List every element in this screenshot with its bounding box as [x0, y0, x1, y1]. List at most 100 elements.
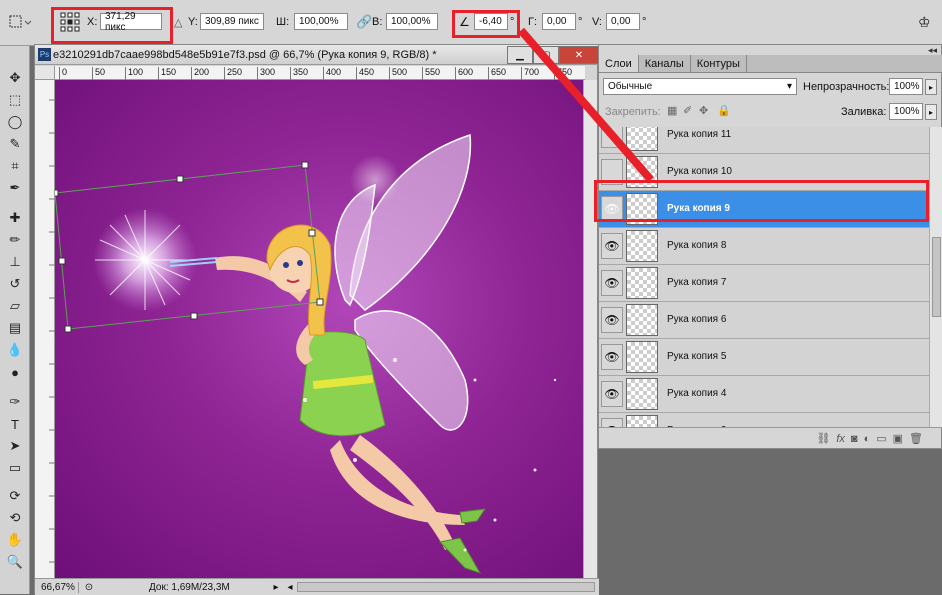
document-title: e3210291db7caae998bd548e5b91e7f3.psd @ 6…: [53, 48, 437, 61]
scroll-thumb[interactable]: [932, 237, 941, 317]
vertical-scrollbar[interactable]: [583, 80, 597, 578]
width-field[interactable]: 100,00%: [294, 13, 348, 30]
crop-tool-icon[interactable]: ⌗: [4, 156, 26, 176]
gradient-tool-icon[interactable]: ▤: [4, 318, 26, 338]
pen-tool-icon[interactable]: ✑: [4, 392, 26, 412]
visibility-eye-icon[interactable]: 👁: [601, 418, 623, 427]
layer-thumbnail: [626, 415, 658, 427]
eyedropper-icon[interactable]: ✒: [4, 178, 26, 198]
link-layers-icon[interactable]: ⛓: [816, 432, 830, 445]
lock-transparency-icon[interactable]: ▦: [667, 104, 677, 117]
layer-row[interactable]: 👁 Рука копия 5: [599, 339, 929, 376]
width-label: Ш:: [276, 16, 290, 28]
shape-tool-icon[interactable]: ▭: [4, 458, 26, 478]
visibility-eye-icon[interactable]: 👁: [601, 381, 623, 407]
toolbox: ✥ ⬚ ◯ ✎ ⌗ ✒ ✚ ✏ ⊥ ↺ ▱ ▤ 💧 ● ✑ T ➤ ▭ ⟳ ⟲ …: [0, 46, 30, 594]
layer-row[interactable]: Рука копия 11: [599, 127, 929, 154]
height-label: В:: [372, 16, 383, 28]
layer-row[interactable]: 👁Рука копия 3: [599, 413, 929, 427]
layer-name: Рука копия 5: [667, 351, 727, 362]
blur-tool-icon[interactable]: 💧: [4, 340, 26, 360]
document-window: Ps e3210291db7caae998bd548e5b91e7f3.psd …: [34, 44, 599, 595]
layer-row[interactable]: 👁 Рука копия 8: [599, 228, 929, 265]
zoom-level[interactable]: 66,67%: [35, 581, 79, 593]
layer-row[interactable]: 👁 Рука копия 4: [599, 376, 929, 413]
height-field[interactable]: 100,00%: [386, 13, 438, 30]
tab-channels[interactable]: Каналы: [639, 55, 691, 72]
link-icon[interactable]: 🔗: [356, 13, 372, 31]
tab-layers[interactable]: Слои: [599, 55, 639, 72]
opacity-field[interactable]: 100%: [889, 78, 923, 95]
workspace-icon[interactable]: ♔: [918, 13, 931, 31]
layer-thumbnail: [626, 378, 658, 410]
layer-name: Рука копия 10: [667, 166, 732, 177]
brush-tool-icon[interactable]: ✏: [4, 230, 26, 250]
lock-all-icon[interactable]: 🔒: [717, 104, 731, 117]
delete-layer-icon[interactable]: 🗑: [909, 432, 923, 445]
layer-row[interactable]: 👁 Рука копия 6: [599, 302, 929, 339]
scroll-left-icon[interactable]: ◂: [283, 582, 297, 593]
y-position-field[interactable]: 309,89 пикс: [200, 13, 264, 30]
layer-thumbnail: [626, 127, 658, 151]
status-menu-arrow-icon[interactable]: ▸: [269, 582, 283, 593]
lock-pixels-icon[interactable]: ✐: [683, 104, 692, 117]
zoom-tool-icon[interactable]: 🔍: [4, 552, 26, 572]
visibility-eye-icon[interactable]: 👁: [601, 233, 623, 259]
3d-rotate-icon[interactable]: ⟳: [4, 486, 26, 506]
visibility-eye-icon[interactable]: 👁: [601, 307, 623, 333]
document-title-bar[interactable]: Ps e3210291db7caae998bd548e5b91e7f3.psd …: [35, 45, 599, 65]
fill-field[interactable]: 100%: [889, 103, 923, 120]
3d-orbit-icon[interactable]: ⟲: [4, 508, 26, 528]
minimize-button[interactable]: ▁: [507, 46, 533, 64]
close-button[interactable]: ✕: [559, 46, 599, 64]
ruler-tick-label: 300: [257, 67, 275, 80]
fairy-legs: [330, 435, 465, 550]
eraser-tool-icon[interactable]: ▱: [4, 296, 26, 316]
document-info: Док: 1,69M/23,3M: [149, 581, 230, 593]
ruler-origin[interactable]: [35, 66, 55, 80]
adjustment-layer-icon[interactable]: ◐: [864, 433, 871, 445]
visibility-eye-icon[interactable]: 👁: [601, 344, 623, 370]
lock-position-icon[interactable]: ✥: [699, 104, 708, 117]
new-group-icon[interactable]: ▭: [876, 432, 886, 445]
y-label: Y:: [188, 16, 198, 28]
panel-footer: ⛓ fx ◙ ◐ ▭ ▣ 🗑: [599, 427, 942, 449]
add-mask-icon[interactable]: ◙: [851, 433, 858, 445]
magic-burst-sparkle: [93, 208, 197, 312]
visibility-eye-icon[interactable]: 👁: [601, 270, 623, 296]
layer-name: Рука копия 7: [667, 277, 727, 288]
horizontal-scrollbar[interactable]: [297, 582, 595, 592]
type-tool-icon[interactable]: T: [4, 414, 26, 434]
move-tool-icon[interactable]: ✥: [4, 68, 26, 88]
quick-select-icon[interactable]: ✎: [4, 134, 26, 154]
lasso-tool-icon[interactable]: ◯: [4, 112, 26, 132]
hand-tool-icon[interactable]: ✋: [4, 530, 26, 550]
marquee-tool-icon[interactable]: ⬚: [4, 90, 26, 110]
transform-tool-icon[interactable]: [8, 13, 34, 31]
ruler-tick-label: 150: [158, 67, 176, 80]
dodge-tool-icon[interactable]: ●: [4, 362, 26, 382]
fill-slider-arrow-icon[interactable]: ▸: [925, 104, 937, 120]
stamp-tool-icon[interactable]: ⊥: [4, 252, 26, 272]
status-bar: 66,67% ⊙ Док: 1,69M/23,3M ▸ ◂: [35, 578, 599, 595]
new-layer-icon[interactable]: ▣: [893, 432, 903, 445]
opacity-slider-arrow-icon[interactable]: ▸: [925, 79, 937, 95]
blend-mode-select[interactable]: Обычные ▾: [603, 78, 797, 95]
layer-name: Рука копия 6: [667, 314, 727, 325]
layers-scrollbar[interactable]: [929, 127, 942, 427]
blend-mode-value: Обычные: [608, 81, 653, 92]
layer-row[interactable]: 👁 Рука копия 7: [599, 265, 929, 302]
image-canvas[interactable]: [55, 80, 585, 578]
tab-paths[interactable]: Контуры: [691, 55, 747, 72]
layer-name: Рука копия 11: [667, 129, 732, 140]
h-skew-field[interactable]: 0,00: [542, 13, 576, 30]
path-select-icon[interactable]: ➤: [4, 436, 26, 456]
healing-brush-icon[interactable]: ✚: [4, 208, 26, 228]
history-brush-icon[interactable]: ↺: [4, 274, 26, 294]
layer-thumbnail: [626, 304, 658, 336]
v-skew-field[interactable]: 0,00: [606, 13, 640, 30]
relative-position-icon[interactable]: △: [174, 13, 182, 31]
layer-thumbnail: [626, 267, 658, 299]
zoom-icon[interactable]: ⊙: [79, 582, 99, 593]
layer-style-icon[interactable]: fx: [836, 433, 845, 445]
